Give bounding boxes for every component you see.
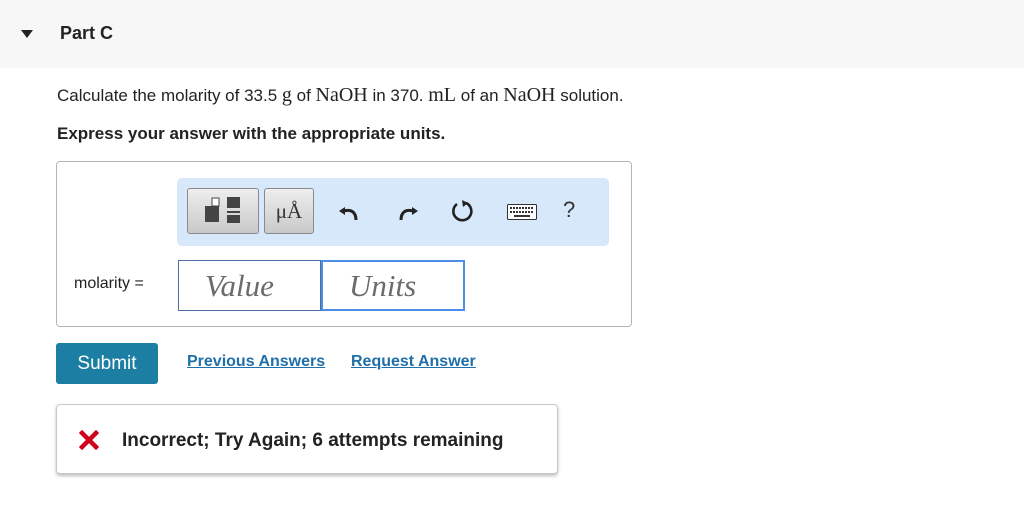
- collapse-caret-icon[interactable]: [21, 30, 33, 38]
- units-input[interactable]: Units: [321, 260, 465, 311]
- question-text-part: Calculate the molarity of 33.5: [57, 86, 282, 105]
- question-text-part: in 370.: [367, 86, 429, 105]
- request-answer-link[interactable]: Request Answer: [351, 353, 476, 371]
- math-toolbar: μÅ ?: [177, 178, 609, 246]
- help-button[interactable]: ?: [563, 197, 575, 223]
- question-text-part: of an: [456, 86, 504, 105]
- incorrect-x-icon: [79, 430, 99, 450]
- reset-icon[interactable]: [450, 198, 476, 224]
- question-math-formula: NaOH: [315, 84, 368, 106]
- part-header[interactable]: Part C: [0, 0, 1024, 68]
- question-text: Calculate the molarity of 33.5 g of NaOH…: [57, 84, 624, 107]
- part-title: Part C: [60, 23, 114, 43]
- question-text-part: solution.: [555, 86, 624, 105]
- templates-button[interactable]: [187, 188, 259, 234]
- templates-icon: [205, 197, 240, 223]
- redo-icon[interactable]: [394, 198, 420, 224]
- units-button[interactable]: μÅ: [264, 188, 314, 234]
- instruction-text: Express your answer with the appropriate…: [57, 124, 446, 143]
- feedback-box: Incorrect; Try Again; 6 attempts remaini…: [56, 404, 558, 474]
- units-button-label: μÅ: [275, 199, 303, 223]
- keyboard-icon[interactable]: [507, 204, 537, 220]
- question-math-unit: g: [281, 84, 292, 106]
- molarity-label: molarity =: [74, 275, 144, 292]
- question-math-formula: NaOH: [503, 84, 556, 106]
- answer-box: μÅ ? molarity = Value Units: [56, 161, 632, 327]
- undo-icon[interactable]: [337, 198, 363, 224]
- question-math-unit: mL: [428, 84, 457, 106]
- feedback-message: Incorrect; Try Again; 6 attempts remaini…: [122, 430, 504, 451]
- question-text-part: of: [291, 86, 316, 105]
- previous-answers-link[interactable]: Previous Answers: [187, 353, 325, 371]
- value-input[interactable]: Value: [178, 260, 321, 311]
- submit-button[interactable]: Submit: [56, 343, 158, 384]
